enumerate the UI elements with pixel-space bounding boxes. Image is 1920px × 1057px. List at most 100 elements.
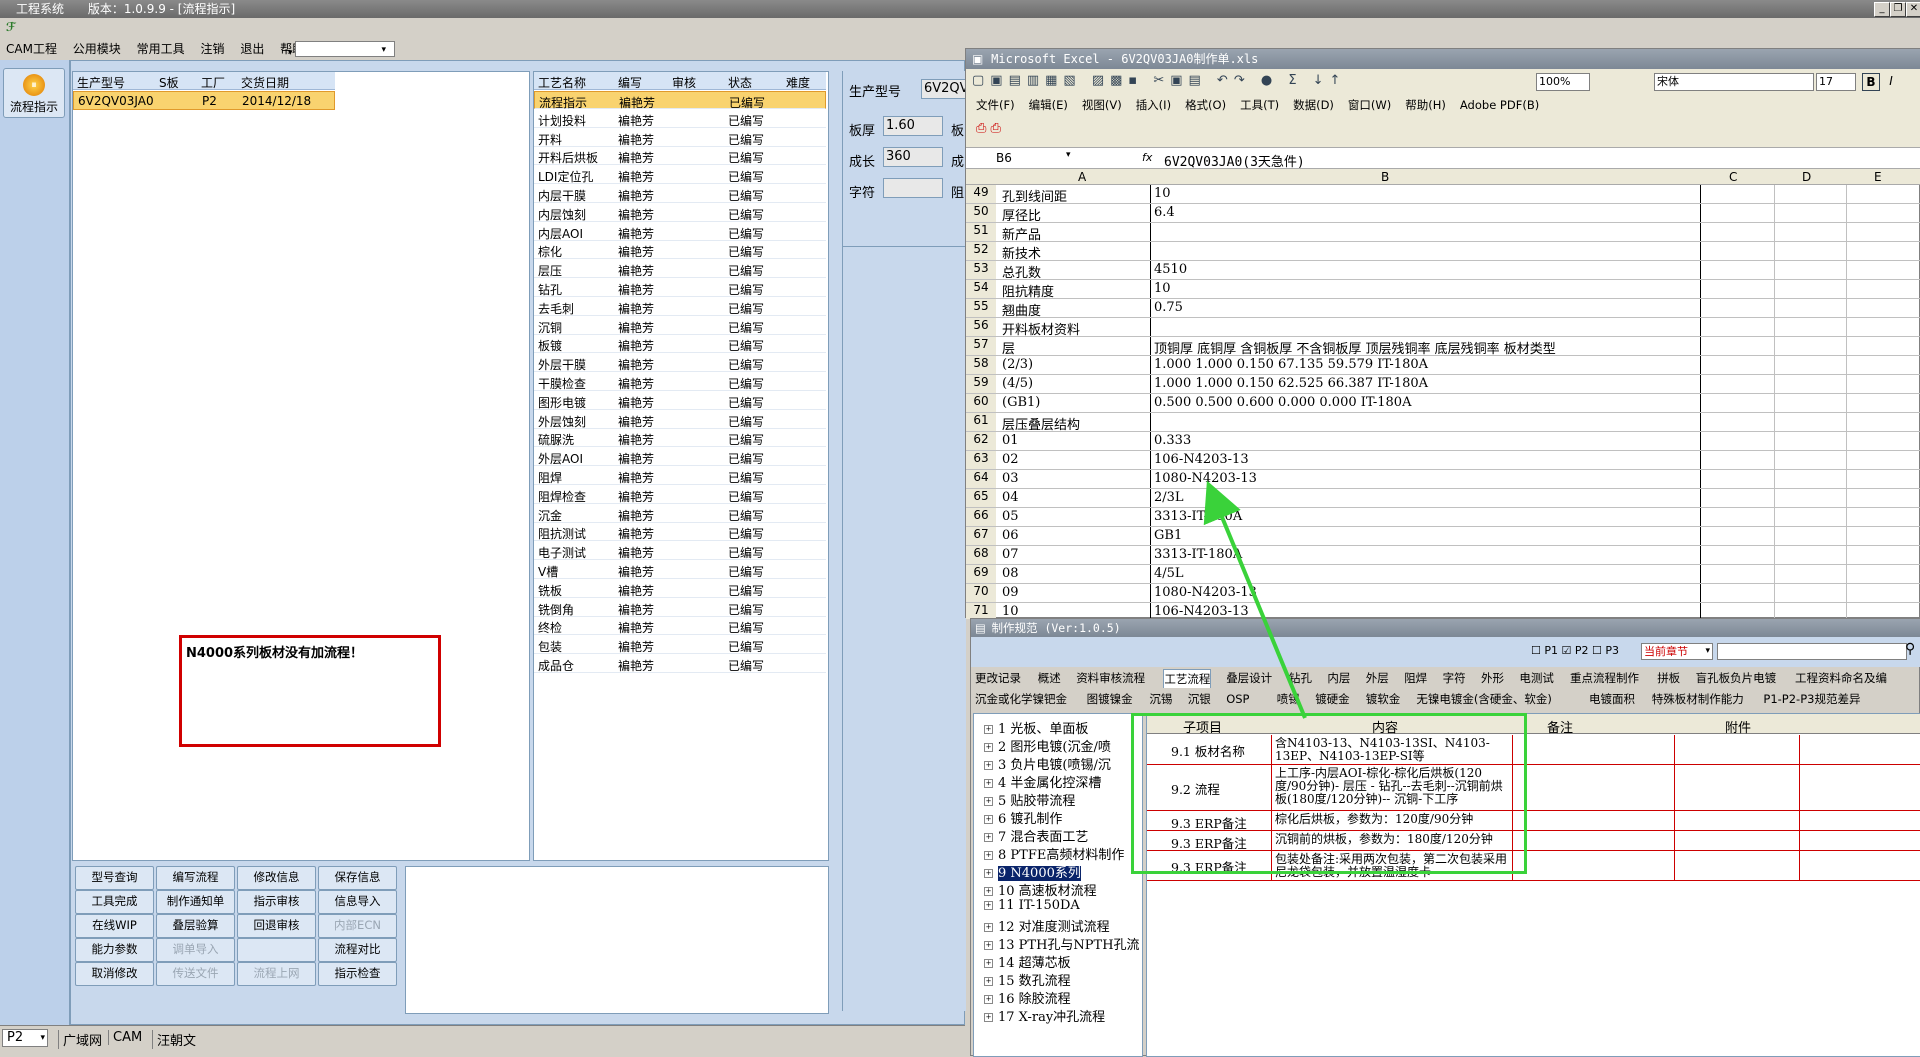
spec-tab[interactable]: 拼板	[1657, 669, 1680, 687]
row-header[interactable]: 71	[966, 603, 996, 619]
action-button[interactable]: 能力参数	[75, 938, 154, 962]
table-row[interactable]: 阻焊 褊艳芳 已编写	[534, 467, 826, 485]
cell-a[interactable]: 02	[1002, 452, 1019, 467]
cell-a[interactable]: 翘曲度	[1002, 300, 1041, 319]
cell-b[interactable]: 3313-IT-180A	[1154, 509, 1694, 524]
action-button[interactable]: 叠层验算	[156, 914, 235, 938]
cell-a[interactable]: 03	[1002, 471, 1019, 486]
cell-a[interactable]: 阻抗精度	[1002, 281, 1054, 300]
table-row[interactable]: 铣倒角 褊艳芳 已编写	[534, 599, 826, 617]
col-header-e[interactable]: E	[1874, 170, 1882, 184]
table-row[interactable]: 板镀 褊艳芳 已编写	[534, 335, 826, 354]
spec-tab[interactable]: 重点流程制作	[1570, 669, 1639, 687]
excel-menu-item[interactable]: 插入(I)	[1136, 98, 1171, 112]
table-row[interactable]: 内层干膜 褊艳芳 已编写	[534, 185, 826, 203]
action-button[interactable]: 内部ECN	[318, 914, 397, 938]
expand-icon[interactable]: +	[984, 1013, 993, 1022]
row-header[interactable]: 60	[966, 394, 996, 412]
excel-toolbar-icons[interactable]: ▢▣▤▥▦▧ ▨▩▪ ✂▣▤ ↶↷ ● Σ ↓↑	[972, 73, 1346, 88]
menu-exit[interactable]: 退出	[240, 42, 264, 56]
tree-item[interactable]: +4 半金属化控深槽	[984, 772, 1101, 791]
pdf-icon[interactable]: ⎙ ⎙	[976, 121, 1001, 136]
row-header[interactable]: 59	[966, 375, 996, 393]
font-select[interactable]: 宋体	[1654, 73, 1814, 91]
table-row[interactable]: 外层蚀刻 褊艳芳 已编写	[534, 411, 826, 429]
tree-item[interactable]: +12 对准度测试流程	[984, 916, 1110, 935]
expand-icon[interactable]: +	[984, 995, 993, 1004]
action-button[interactable]: 流程上网	[237, 962, 316, 986]
cell-a[interactable]: (2/3)	[1002, 357, 1033, 372]
tree-item[interactable]: +15 数孔流程	[984, 970, 1071, 989]
spec-tab[interactable]: 工艺流程	[1163, 669, 1212, 688]
cell-a[interactable]: 09	[1002, 585, 1019, 600]
spec-tab[interactable]: 镀硬金	[1315, 690, 1350, 708]
action-button[interactable]: 制作通知单	[156, 890, 235, 914]
table-row[interactable]: 开料 褊艳芳 已编写	[534, 129, 826, 147]
action-button[interactable]: 流程对比	[318, 938, 397, 962]
row-header[interactable]: 49	[966, 185, 996, 203]
col-difficulty[interactable]: 难度	[786, 74, 810, 91]
row-header[interactable]: 68	[966, 546, 996, 564]
action-button[interactable]: 型号查询	[75, 866, 154, 890]
close-icon[interactable]: ✕	[1906, 2, 1920, 17]
row-header[interactable]: 63	[966, 451, 996, 469]
tree-item[interactable]: +11 IT-150DA	[984, 898, 1080, 913]
expand-icon[interactable]: +	[984, 869, 993, 878]
excel-menu-item[interactable]: 格式(O)	[1185, 98, 1226, 112]
spec-tab[interactable]: 沉锡	[1149, 690, 1172, 708]
menu-cam[interactable]: CAM工程	[6, 42, 57, 56]
row-header[interactable]: 69	[966, 565, 996, 583]
table-row[interactable]: 外层AOI 褊艳芳 已编写	[534, 448, 826, 467]
spec-tab[interactable]: 电测试	[1519, 669, 1554, 687]
tree-item[interactable]: +1 光板、单面板	[984, 718, 1088, 737]
cell-a[interactable]: (GB1)	[1002, 395, 1040, 410]
col-factory[interactable]: 工厂	[201, 74, 225, 91]
restore-icon[interactable]: ❐	[1890, 2, 1906, 17]
menu-search-combo[interactable]: ▾	[295, 41, 395, 57]
table-row[interactable]: 沉铜 褊艳芳 已编写	[534, 317, 826, 335]
col-delivery[interactable]: 交货日期	[241, 74, 289, 91]
zoom-select[interactable]: 100%	[1536, 73, 1590, 91]
row-header[interactable]: 64	[966, 470, 996, 488]
cell-b[interactable]: 10	[1154, 186, 1694, 201]
expand-icon[interactable]: +	[984, 923, 993, 932]
col-model[interactable]: 生产型号	[77, 74, 125, 91]
excel-menu-item[interactable]: 文件(F)	[976, 98, 1015, 112]
cell-b[interactable]: GB1	[1154, 528, 1694, 543]
expand-icon[interactable]: +	[984, 761, 993, 770]
table-row[interactable]: 计划投料 褊艳芳 已编写	[534, 110, 826, 128]
table-row[interactable]: LDI定位孔 褊艳芳 已编写	[534, 166, 826, 185]
excel-menu-item[interactable]: 视图(V)	[1082, 98, 1122, 112]
action-button[interactable]	[237, 938, 316, 962]
spec-tab[interactable]: 资料审核流程	[1076, 669, 1145, 687]
table-row[interactable]: 内层AOI 褊艳芳 已编写	[534, 223, 826, 241]
row-header[interactable]: 53	[966, 261, 996, 279]
row-header[interactable]: 54	[966, 280, 996, 298]
cell-b[interactable]: 2/3L	[1154, 490, 1694, 505]
spec-tab[interactable]: 概述	[1038, 669, 1061, 687]
expand-icon[interactable]: +	[984, 797, 993, 806]
factory-select[interactable]: P2 ▾	[2, 1029, 48, 1047]
cell-b[interactable]: 4510	[1154, 262, 1694, 277]
excel-menu-item[interactable]: 帮助(H)	[1405, 98, 1446, 112]
excel-menu-item[interactable]: Adobe PDF(B)	[1460, 98, 1539, 112]
cell-b[interactable]: 6.4	[1154, 205, 1694, 220]
expand-icon[interactable]: +	[984, 901, 993, 910]
name-box[interactable]: B6	[986, 150, 1076, 166]
row-header[interactable]: 57	[966, 337, 996, 355]
row-header[interactable]: 55	[966, 299, 996, 317]
minimize-icon[interactable]: _	[1874, 2, 1890, 17]
p2-checkbox[interactable]: ☑	[1562, 644, 1572, 657]
bold-button[interactable]: B	[1862, 73, 1880, 91]
col-header-d[interactable]: D	[1802, 170, 1811, 184]
cell-a[interactable]: 08	[1002, 566, 1019, 581]
row-header[interactable]: 65	[966, 489, 996, 507]
table-row[interactable]: 图形电镀 褊艳芳 已编写	[534, 392, 826, 410]
spec-tab[interactable]: 无镍电镀金(含硬金、软金)	[1416, 690, 1551, 708]
search-icon[interactable]: ⚲	[1905, 641, 1915, 657]
cell-a[interactable]: 05	[1002, 509, 1019, 524]
cell-a[interactable]: (4/5)	[1002, 376, 1033, 391]
excel-menu-item[interactable]: 编辑(E)	[1029, 98, 1068, 112]
cell-b[interactable]: 0.75	[1154, 300, 1694, 315]
menu-public[interactable]: 公用模块	[73, 42, 121, 56]
